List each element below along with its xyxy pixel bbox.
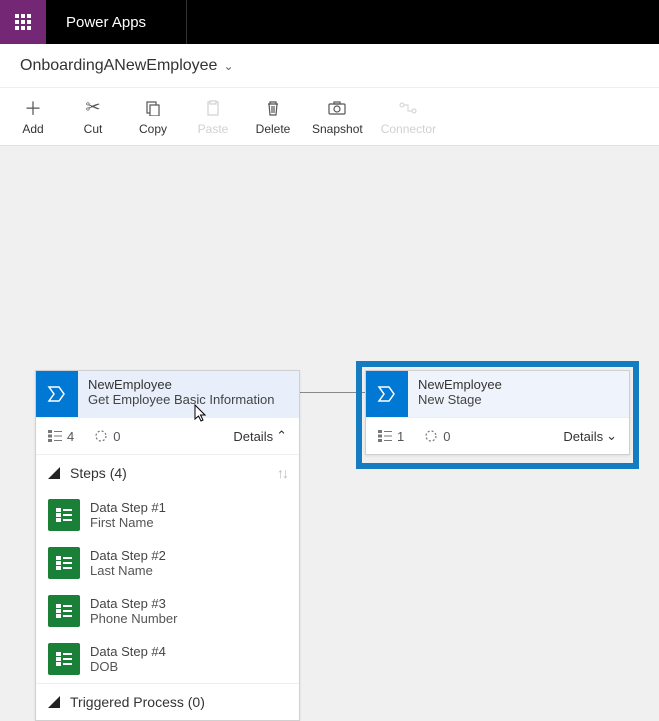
triangle-icon <box>48 467 60 479</box>
delete-button[interactable]: Delete <box>252 98 294 136</box>
stage-info-bar: 4 0 Details ⌃ <box>36 417 299 454</box>
step-texts: Data Step #4 DOB <box>90 644 166 674</box>
toolbar: ＋ Add ✂ Cut Copy Paste Delete Snapshot C… <box>0 88 659 146</box>
steps-header-label: Steps (4) <box>70 465 127 481</box>
steps-list: Data Step #1 First Name Data Step #2 Las… <box>36 491 299 683</box>
triggered-section-header[interactable]: Triggered Process (0) <box>36 683 299 720</box>
paste-button: Paste <box>192 98 234 136</box>
stage-header[interactable]: NewEmployee New Stage <box>366 371 629 417</box>
top-bar: Power Apps <box>0 0 659 44</box>
connector-icon <box>399 98 417 118</box>
app-launcher-button[interactable] <box>0 0 46 44</box>
details-toggle[interactable]: Details ⌄ <box>563 428 617 444</box>
stage-name: New Stage <box>418 392 619 407</box>
plus-icon: ＋ <box>24 98 42 118</box>
breadcrumb-text: OnboardingANewEmployee <box>20 57 217 75</box>
canvas[interactable]: NewEmployee Get Employee Basic Informati… <box>0 146 659 677</box>
add-button[interactable]: ＋ Add <box>12 98 54 136</box>
cut-button[interactable]: ✂ Cut <box>72 98 114 136</box>
step-count-value: 1 <box>397 429 404 444</box>
stage-entity: NewEmployee <box>88 377 289 392</box>
copy-button[interactable]: Copy <box>132 98 174 136</box>
list-icon <box>378 430 392 442</box>
clipboard-icon <box>205 98 221 118</box>
cut-label: Cut <box>84 122 103 136</box>
connector-label: Connector <box>381 122 436 136</box>
step-title: Data Step #3 <box>90 596 177 611</box>
chevron-up-icon: ⌃ <box>276 428 287 444</box>
snapshot-button[interactable]: Snapshot <box>312 98 363 136</box>
circle-dashed-icon <box>94 429 108 443</box>
step-texts: Data Step #1 First Name <box>90 500 166 530</box>
wait-count: 0 <box>424 429 450 444</box>
copy-label: Copy <box>139 122 167 136</box>
details-label: Details <box>233 429 273 444</box>
stage-info-bar: 1 0 Details ⌄ <box>366 417 629 454</box>
subheader: OnboardingANewEmployee ⌄ <box>0 44 659 88</box>
step-title: Data Step #4 <box>90 644 166 659</box>
trash-icon <box>265 98 281 118</box>
stage-titles: NewEmployee Get Employee Basic Informati… <box>78 371 299 417</box>
paste-label: Paste <box>198 122 229 136</box>
waffle-icon <box>15 14 31 30</box>
form-step-icon <box>48 595 80 627</box>
form-step-icon <box>48 547 80 579</box>
stage-chevron-icon <box>366 371 408 417</box>
steps-section-header[interactable]: Steps (4) ↑↓ <box>36 454 299 491</box>
step-field: First Name <box>90 515 166 530</box>
snapshot-label: Snapshot <box>312 122 363 136</box>
step-texts: Data Step #3 Phone Number <box>90 596 177 626</box>
step-field: DOB <box>90 659 166 674</box>
camera-icon <box>328 98 346 118</box>
step-field: Phone Number <box>90 611 177 626</box>
wait-count-value: 0 <box>113 429 120 444</box>
app-title: Power Apps <box>46 14 166 31</box>
copy-icon <box>145 98 161 118</box>
step-title: Data Step #1 <box>90 500 166 515</box>
stage-chevron-icon <box>36 371 78 417</box>
step-field: Last Name <box>90 563 166 578</box>
scissors-icon: ✂ <box>85 98 100 118</box>
details-toggle[interactable]: Details ⌃ <box>233 428 287 444</box>
stage-name: Get Employee Basic Information <box>88 392 289 407</box>
circle-dashed-icon <box>424 429 438 443</box>
stage-entity: NewEmployee <box>418 377 619 392</box>
steps-count: 1 <box>378 429 404 444</box>
step-item[interactable]: Data Step #3 Phone Number <box>36 587 299 635</box>
triggered-label: Triggered Process (0) <box>70 694 205 710</box>
stage-header[interactable]: NewEmployee Get Employee Basic Informati… <box>36 371 299 417</box>
step-item[interactable]: Data Step #4 DOB <box>36 635 299 683</box>
stage-card-1[interactable]: NewEmployee Get Employee Basic Informati… <box>35 370 300 721</box>
connector-button: Connector <box>381 98 436 136</box>
chevron-down-icon: ⌄ <box>606 428 617 444</box>
step-count-value: 4 <box>67 429 74 444</box>
step-item[interactable]: Data Step #1 First Name <box>36 491 299 539</box>
details-label: Details <box>563 429 603 444</box>
delete-label: Delete <box>256 122 291 136</box>
add-label: Add <box>22 122 43 136</box>
step-texts: Data Step #2 Last Name <box>90 548 166 578</box>
breadcrumb[interactable]: OnboardingANewEmployee ⌄ <box>20 57 234 75</box>
step-item[interactable]: Data Step #2 Last Name <box>36 539 299 587</box>
steps-count: 4 <box>48 429 74 444</box>
form-step-icon <box>48 643 80 675</box>
triangle-icon <box>48 696 60 708</box>
divider <box>186 0 187 44</box>
wait-count-value: 0 <box>443 429 450 444</box>
list-icon <box>48 430 62 442</box>
step-title: Data Step #2 <box>90 548 166 563</box>
form-step-icon <box>48 499 80 531</box>
stage-titles: NewEmployee New Stage <box>408 371 629 417</box>
stage-card-2[interactable]: NewEmployee New Stage 1 0 Details ⌄ <box>365 370 630 455</box>
chevron-down-icon: ⌄ <box>223 59 233 73</box>
wait-count: 0 <box>94 429 120 444</box>
reorder-arrows-icon: ↑↓ <box>277 465 287 481</box>
